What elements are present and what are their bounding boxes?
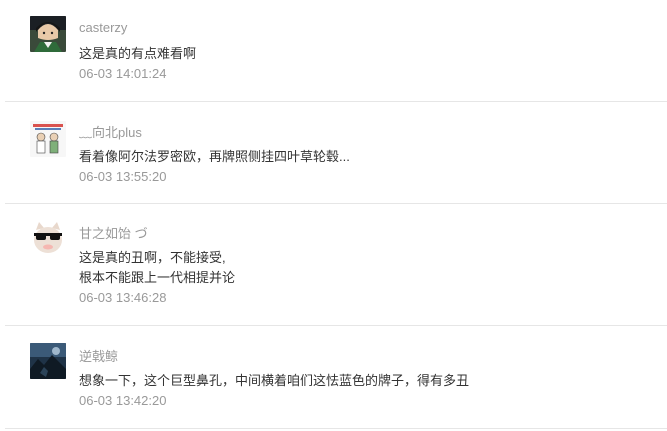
- comment-text: 根本不能跟上一代相提并论: [79, 270, 236, 285]
- comment-divider: [5, 325, 667, 326]
- comment-text: 这是真的有点难看啊: [79, 46, 197, 61]
- comment-username[interactable]: casterzy: [79, 20, 127, 35]
- comment-timestamp: 06-03 14:01:24: [79, 66, 167, 81]
- avatar-cat-sunglasses-icon[interactable]: [30, 220, 66, 256]
- comment-divider: [5, 203, 667, 204]
- comment-divider: [5, 101, 667, 102]
- avatar-anime-character-icon[interactable]: [30, 16, 66, 52]
- comment-text: 这是真的丑啊，不能接受,: [79, 250, 226, 265]
- comment-divider: [5, 428, 667, 429]
- comment-text: 想象一下，这个巨型鼻孔，中间横着咱们这怯蓝色的牌子，得有多丑: [79, 373, 470, 388]
- avatar-comic-figures-icon[interactable]: [30, 121, 66, 157]
- comment-text: 看着像阿尔法罗密欧，再牌照侧挂四叶草轮毂...: [79, 149, 350, 164]
- comment-timestamp: 06-03 13:42:20: [79, 393, 167, 408]
- comment-timestamp: 06-03 13:46:28: [79, 290, 167, 305]
- comment-timestamp: 06-03 13:55:20: [79, 169, 167, 184]
- comment-username[interactable]: 甘之如饴 づ: [79, 223, 148, 242]
- comment-username[interactable]: 逆戟鲸: [79, 346, 118, 365]
- comment-username[interactable]: ﹏向北plus: [79, 122, 142, 141]
- avatar-dark-landscape-icon[interactable]: [30, 343, 66, 379]
